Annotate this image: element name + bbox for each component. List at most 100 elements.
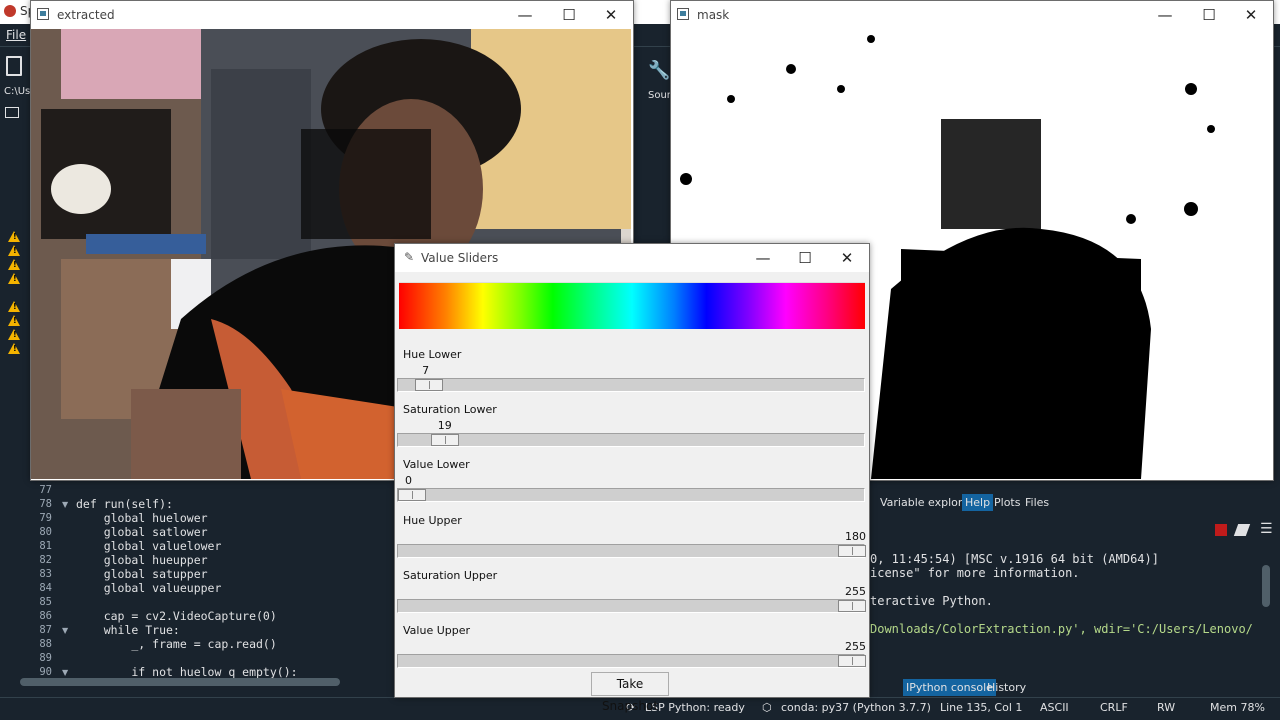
line-number: 77	[39, 484, 52, 496]
slider-track[interactable]	[397, 544, 866, 558]
line-number: 87	[39, 624, 52, 636]
slider-handle[interactable]	[430, 434, 459, 446]
line-number: 79	[39, 512, 52, 524]
fold-arrow-icon[interactable]: ▼	[62, 500, 68, 509]
tab-plots[interactable]: Plots	[991, 494, 1023, 511]
spyder-logo-icon	[4, 5, 16, 17]
slider-value: 7	[422, 364, 430, 377]
warning-icon[interactable]: !	[8, 301, 20, 312]
warning-icon[interactable]: !	[8, 343, 20, 354]
conda-status: conda: py37 (Python 3.7.7)	[781, 701, 931, 714]
code-line[interactable]: global valueupper	[76, 581, 222, 595]
code-line[interactable]: global hueupper	[76, 553, 208, 567]
file-mode: RW	[1157, 701, 1176, 714]
code-line[interactable]: global valuelower	[76, 539, 222, 553]
console-line: Downloads/ColorExtraction.py', wdir='C:/…	[870, 622, 1253, 636]
warning-icon[interactable]: !	[8, 231, 20, 242]
feather-icon: ✎	[404, 250, 415, 264]
sliders-title: Value Sliders	[421, 251, 499, 265]
line-number: 80	[39, 526, 52, 538]
working-dir-path: C:\Us	[4, 86, 31, 97]
mask-title: mask	[697, 8, 730, 22]
menu-icon[interactable]: ☰	[1260, 521, 1273, 537]
code-line[interactable]: _, frame = cap.read()	[76, 637, 276, 651]
line-number: 78	[39, 498, 52, 510]
slider-value: 19	[437, 419, 452, 432]
warning-icon[interactable]: !	[8, 245, 20, 256]
code-line[interactable]: global satlower	[76, 525, 208, 539]
slider-track[interactable]	[397, 599, 866, 613]
slider-label: Saturation Lower	[403, 403, 497, 416]
window-app-icon	[677, 8, 689, 20]
slider-value: 0	[405, 474, 412, 487]
minimize-button[interactable]: —	[743, 246, 783, 270]
cursor-position: Line 135, Col 1	[940, 701, 1023, 714]
console-line: icense" for more information.	[870, 566, 1080, 580]
line-number: 82	[39, 554, 52, 566]
slider-value: 255	[845, 585, 866, 598]
slider-label: Hue Lower	[403, 348, 462, 361]
slider-label: Value Lower	[403, 458, 470, 471]
code-line[interactable]: if not huelow q empty():	[76, 665, 297, 679]
tab-history[interactable]: History	[984, 679, 1029, 696]
mask-titlebar[interactable]: mask — ☐ ✕	[671, 1, 1273, 29]
line-number: 85	[39, 596, 52, 608]
maximize-button[interactable]: ☐	[1189, 3, 1229, 27]
slider-handle[interactable]	[838, 655, 866, 667]
line-number: 88	[39, 638, 52, 650]
slider-label: Hue Upper	[403, 514, 462, 527]
console-scrollbar[interactable]	[1262, 565, 1270, 607]
close-button[interactable]: ✕	[827, 246, 867, 270]
new-file-icon[interactable]	[6, 56, 22, 76]
value-sliders-window[interactable]: ✎ Value Sliders — ☐ ✕ Hue Lower 7 Saturati…	[394, 243, 870, 713]
fold-arrow-icon[interactable]: ▼	[62, 668, 68, 677]
slider-track[interactable]	[397, 654, 866, 668]
menu-file[interactable]: File	[6, 28, 26, 42]
extracted-title: extracted	[57, 8, 115, 22]
hue-spectrum-bar	[399, 282, 865, 329]
close-button[interactable]: ✕	[591, 3, 631, 27]
slider-value: 255	[845, 640, 866, 653]
slider-track[interactable]	[397, 488, 865, 502]
line-number: 81	[39, 540, 52, 552]
file-encoding: ASCII	[1040, 701, 1069, 714]
code-line[interactable]: while True:	[76, 623, 180, 637]
slider-handle[interactable]	[398, 489, 426, 501]
slider-value: 180	[845, 530, 866, 543]
code-line[interactable]: global satupper	[76, 567, 208, 581]
sliders-titlebar[interactable]: ✎ Value Sliders — ☐ ✕	[395, 244, 869, 272]
warning-icon[interactable]: !	[8, 329, 20, 340]
code-line[interactable]: def run(self):	[76, 497, 173, 511]
line-number: 86	[39, 610, 52, 622]
close-button[interactable]: ✕	[1231, 3, 1271, 27]
wrench-icon[interactable]: 🔧	[648, 60, 670, 81]
line-endings: CRLF	[1100, 701, 1128, 714]
line-number: 84	[39, 582, 52, 594]
tab-help[interactable]: Help	[962, 494, 994, 511]
folder-icon[interactable]	[5, 107, 19, 118]
slider-track[interactable]	[397, 433, 865, 447]
minimize-button[interactable]: —	[1145, 3, 1185, 27]
editor-horizontal-scrollbar[interactable]	[20, 678, 340, 686]
fold-arrow-icon[interactable]: ▼	[62, 626, 68, 635]
tab-ipython-console[interactable]: IPython console	[903, 679, 996, 696]
code-line[interactable]: global huelower	[76, 511, 208, 525]
line-number: 83	[39, 568, 52, 580]
warning-icon[interactable]: !	[8, 315, 20, 326]
slider-handle[interactable]	[838, 600, 866, 612]
conda-icon: ⬡	[762, 701, 772, 714]
slider-handle[interactable]	[415, 379, 444, 391]
slider-track[interactable]	[397, 378, 865, 392]
stop-kernel-icon[interactable]	[1215, 524, 1227, 536]
tab-files[interactable]: Files	[1022, 494, 1052, 511]
extracted-titlebar[interactable]: extracted — ☐ ✕	[31, 1, 633, 29]
warning-icon[interactable]: !	[8, 259, 20, 270]
code-line[interactable]: cap = cv2.VideoCapture(0)	[76, 609, 277, 623]
maximize-button[interactable]: ☐	[785, 246, 825, 270]
warning-icon[interactable]: !	[8, 273, 20, 284]
minimize-button[interactable]: —	[505, 3, 545, 27]
slider-handle[interactable]	[838, 545, 866, 557]
take-snapshot-button[interactable]: Take Snapshot	[591, 672, 669, 713]
memory-usage: Mem 78%	[1210, 701, 1265, 714]
maximize-button[interactable]: ☐	[549, 3, 589, 27]
